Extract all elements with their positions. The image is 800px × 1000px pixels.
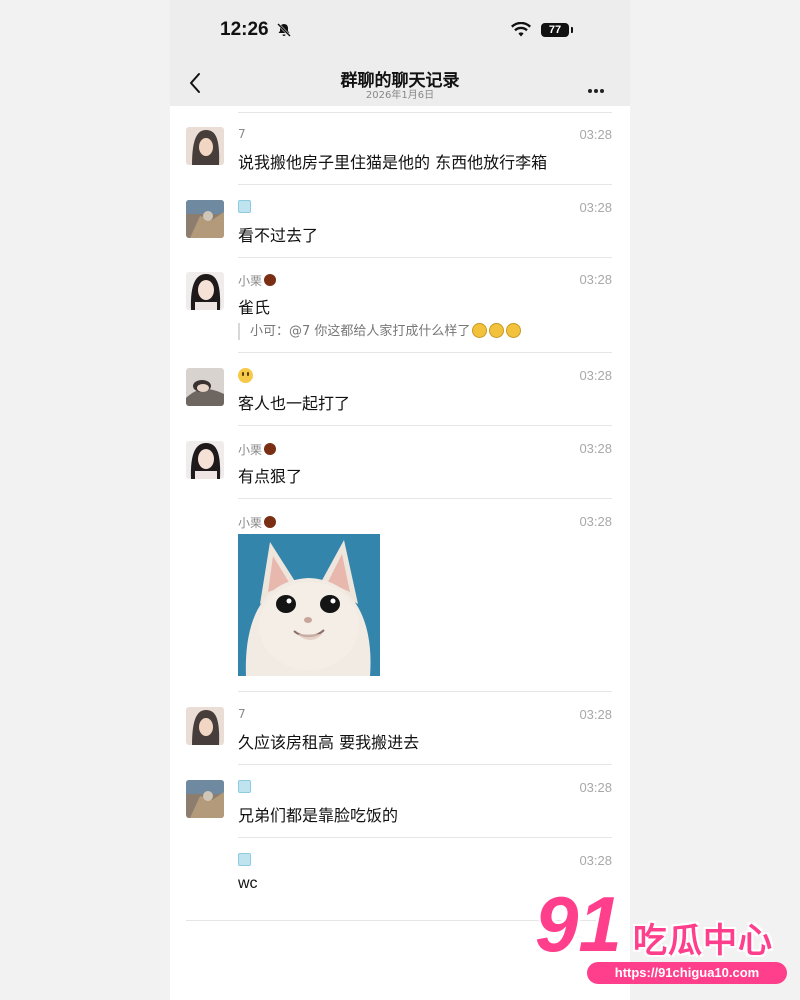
- message-text: 久应该房租高 要我搬进去: [238, 733, 420, 752]
- more-dots-icon[interactable]: [588, 78, 606, 97]
- message-text: wc: [238, 875, 258, 892]
- ice-cube-emoji: [238, 200, 251, 213]
- chestnut-emoji: [264, 516, 277, 528]
- divider: [238, 691, 612, 692]
- avatar: [186, 200, 224, 238]
- laughing-emoji: [489, 323, 505, 338]
- message-time: 03:28: [579, 514, 612, 529]
- message-text: 看不过去了: [238, 226, 319, 245]
- divider: [238, 764, 612, 765]
- quote-sender: 小可：: [250, 324, 290, 339]
- message-text: 有点狠了: [238, 467, 303, 486]
- quoted-reply[interactable]: 小可：@7 你这都给人家打成什么样了: [238, 323, 522, 340]
- chat-history-screen: 12:26 77 群聊的聊天记录 2026年1月6日 7 03:28 说我搬他房…: [170, 0, 630, 1000]
- chestnut-emoji: [264, 274, 277, 286]
- nav-bar: 群聊的聊天记录 2026年1月6日: [170, 62, 630, 106]
- avatar: [186, 368, 224, 406]
- battery-icon: 77: [541, 23, 569, 37]
- message-text: 说我搬他房子里住猫是他的 东西他放行李箱: [238, 153, 548, 172]
- message-sender: [238, 200, 251, 215]
- message-text: 兄弟们都是靠脸吃饭的: [238, 806, 399, 825]
- message-text: 客人也一起打了: [238, 394, 351, 413]
- divider: [238, 112, 612, 113]
- ice-cube-emoji: [238, 853, 251, 866]
- message-sender: [238, 368, 253, 384]
- message-time: 03:28: [579, 200, 612, 215]
- watermark-name: 吃瓜中心: [633, 921, 773, 961]
- divider: [238, 425, 612, 426]
- watermark-number: 91: [535, 880, 622, 968]
- avatar: [186, 441, 224, 479]
- wifi-icon: [511, 22, 531, 37]
- avatar: [186, 272, 224, 310]
- avatar: [186, 127, 224, 165]
- watermark-url: https://91chigua10.com: [587, 962, 787, 984]
- quote-text: @7 你这都给人家打成什么样了: [289, 324, 471, 339]
- message-text: 雀氏: [238, 298, 271, 317]
- divider: [238, 184, 612, 185]
- site-watermark: 91 吃瓜中心 https://91chigua10.com: [535, 884, 797, 988]
- message-sender: 7: [238, 707, 246, 721]
- message-time: 03:28: [579, 441, 612, 456]
- message-sender: 小栗: [238, 272, 277, 289]
- message-sender: [238, 780, 251, 795]
- message-time: 03:28: [579, 368, 612, 383]
- bell-muted-icon: [277, 23, 291, 37]
- ice-cube-emoji: [238, 780, 251, 793]
- status-time: 12:26: [220, 19, 269, 40]
- divider: [238, 837, 612, 838]
- battery-tip: [571, 27, 573, 33]
- status-bar: 12:26 77: [170, 0, 630, 62]
- laughing-emoji: [506, 323, 522, 338]
- divider: [238, 498, 612, 499]
- message-time: 03:28: [579, 780, 612, 795]
- message-time: 03:28: [579, 707, 612, 722]
- message-time: 03:28: [579, 853, 612, 868]
- message-sender: 7: [238, 127, 246, 141]
- page-subtitle-date: 2026年1月6日: [365, 90, 435, 101]
- message-sender: 小栗: [238, 514, 277, 531]
- divider: [238, 257, 612, 258]
- avatar: [186, 780, 224, 818]
- cat-sticker-image[interactable]: [238, 534, 380, 676]
- message-sender: 小栗: [238, 441, 277, 458]
- message-time: 03:28: [579, 127, 612, 142]
- smile-emoji: [238, 368, 253, 383]
- divider: [238, 352, 612, 353]
- chestnut-emoji: [264, 443, 277, 455]
- laughing-emoji: [472, 323, 488, 338]
- message-sender: [238, 853, 251, 868]
- avatar: [186, 707, 224, 745]
- message-time: 03:28: [579, 272, 612, 287]
